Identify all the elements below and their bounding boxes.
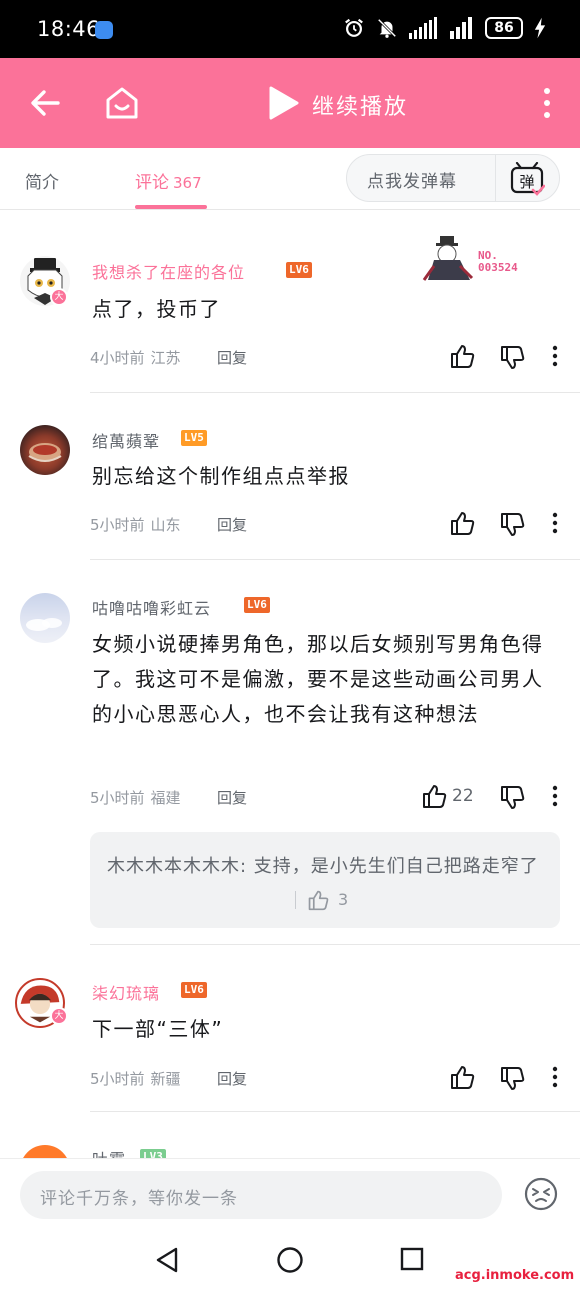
danmaku-divider xyxy=(495,155,496,201)
comment-username[interactable]: 吐霉 xyxy=(92,1146,126,1158)
thumbs-up-icon[interactable] xyxy=(449,343,475,369)
reply-button[interactable]: 回复 xyxy=(217,514,247,535)
vip-badge-icon: 大 xyxy=(50,1007,68,1025)
comment-text: 下一部“三体” xyxy=(92,1017,224,1041)
level-badge: LV6 xyxy=(244,597,270,613)
avatar[interactable] xyxy=(20,593,70,643)
comment-location: 新疆 xyxy=(150,1070,181,1088)
avatar[interactable] xyxy=(20,425,70,475)
comment-text: 点了，投币了 xyxy=(92,297,221,321)
system-nav-bar: acg.inmoke.com xyxy=(0,1230,580,1291)
tab-comments-label: 评论 xyxy=(135,173,169,193)
reply-button[interactable]: 回复 xyxy=(217,347,247,368)
fan-badge-character-icon xyxy=(422,236,474,281)
sub-reply-box[interactable]: 木木木本木木木: 支持，是小先生们自己把路走窄了 3 xyxy=(90,832,560,928)
tab-comments[interactable]: 评论 367 xyxy=(135,168,202,193)
battery-indicator: 86 xyxy=(485,17,523,39)
thumbs-up-icon[interactable] xyxy=(307,889,329,911)
comment-meta: 5小时前 新疆 xyxy=(90,1068,181,1089)
thumbs-down-icon[interactable] xyxy=(499,1066,525,1092)
comment-input-placeholder: 评论千万条，等你发一条 xyxy=(40,1189,238,1209)
status-icons: 86 xyxy=(343,17,546,39)
sub-reply-divider xyxy=(295,891,296,909)
comment-input-bar: 评论千万条，等你发一条 xyxy=(0,1158,580,1230)
comment-username[interactable]: 咕噜咕噜彩虹云 xyxy=(92,595,211,619)
comment-more-icon[interactable] xyxy=(551,1066,559,1088)
sub-reply-like-count: 3 xyxy=(338,890,349,909)
danmaku-placeholder: 点我发弹幕 xyxy=(367,172,457,192)
comment-input[interactable]: 评论千万条，等你发一条 xyxy=(20,1171,502,1219)
comment-location: 福建 xyxy=(150,789,181,807)
comment-item: 大 柒幻琉璃 LV6 下一部“三体” 5小时前 新疆 回复 xyxy=(0,945,580,1112)
level-badge: LV6 xyxy=(181,982,207,998)
reply-button[interactable]: 回复 xyxy=(217,787,247,808)
thumbs-up-icon[interactable] xyxy=(421,783,447,809)
alarm-icon xyxy=(345,18,363,37)
comment-more-icon[interactable] xyxy=(551,785,559,807)
comment-time: 5小时前 xyxy=(90,789,145,807)
comment-username[interactable]: 我想杀了在座的各位 xyxy=(92,259,245,283)
active-tab-indicator xyxy=(135,205,207,209)
tab-intro[interactable]: 简介 xyxy=(25,168,59,193)
avatar[interactable] xyxy=(20,1145,70,1158)
level-badge: LV6 xyxy=(286,262,312,278)
nav-home-icon[interactable] xyxy=(276,1246,304,1274)
like-count: 22 xyxy=(452,786,474,806)
continue-play-button[interactable]: 继续播放 xyxy=(312,89,408,121)
fan-number-badge: NO. 003524 xyxy=(420,232,540,288)
danmaku-toggle-icon[interactable]: 弹 xyxy=(509,162,545,196)
nav-recent-apps-icon[interactable] xyxy=(400,1247,424,1271)
comment-text: 女频小说硬捧男角色，那以后女频别写男角色得了。我这可不是偏激，要不是这些动画公司… xyxy=(92,632,544,726)
comment-location: 江苏 xyxy=(150,349,181,367)
home-icon[interactable] xyxy=(104,85,140,121)
comment-item: 大 我想杀了在座的各位 LV6 NO. 003524 点了，投币了 4小时前 江苏… xyxy=(0,210,580,393)
fan-number: NO. 003524 xyxy=(478,249,518,274)
comment-more-icon[interactable] xyxy=(551,345,559,367)
vip-badge-icon: 大 xyxy=(50,288,68,306)
charging-icon xyxy=(534,17,546,39)
comment-item: 吐霉 LV3 xyxy=(0,1112,580,1158)
nav-back-icon[interactable] xyxy=(154,1246,180,1274)
reply-button[interactable]: 回复 xyxy=(217,1068,247,1089)
comments-count: 367 xyxy=(173,174,202,192)
thumbs-up-icon[interactable] xyxy=(449,1064,475,1090)
comment-time: 5小时前 xyxy=(90,1070,145,1088)
app-bar: 继续播放 xyxy=(0,58,580,148)
thumbs-down-icon[interactable] xyxy=(499,512,525,538)
level-badge: LV3 xyxy=(140,1149,166,1158)
app-notification-icon xyxy=(95,21,113,39)
status-bar: 18:46 86 xyxy=(0,0,580,58)
danmaku-input[interactable]: 点我发弹幕 弹 xyxy=(346,154,560,202)
mute-icon xyxy=(377,18,397,38)
comment-meta: 5小时前 福建 xyxy=(90,787,181,808)
comment-username[interactable]: 绾萬蘋鞏 xyxy=(92,428,160,452)
back-arrow-icon[interactable] xyxy=(28,86,62,120)
comment-text: 别忘给这个制作组点点举报 xyxy=(92,464,350,488)
comment-time: 4小时前 xyxy=(90,349,145,367)
watermark-text: acg.inmoke.com xyxy=(455,1268,575,1283)
more-vertical-icon[interactable] xyxy=(542,87,552,119)
level-badge: LV5 xyxy=(181,430,207,446)
comment-time: 5小时前 xyxy=(90,516,145,534)
play-icon[interactable] xyxy=(266,85,300,121)
comment-meta: 5小时前 山东 xyxy=(90,514,181,535)
comment-username[interactable]: 柒幻琉璃 xyxy=(92,980,160,1004)
thumbs-down-icon[interactable] xyxy=(499,785,525,811)
thumbs-down-icon[interactable] xyxy=(499,345,525,371)
danmaku-icon-text: 弹 xyxy=(519,173,534,191)
comment-more-icon[interactable] xyxy=(551,512,559,534)
thumbs-up-icon[interactable] xyxy=(449,510,475,536)
comment-item: 绾萬蘋鞏 LV5 别忘给这个制作组点点举报 5小时前 山东 回复 xyxy=(0,393,580,560)
sub-reply-text: 木木木本木木木: 支持，是小先生们自己把路走窄了 xyxy=(107,856,539,877)
comment-meta: 4小时前 江苏 xyxy=(90,347,181,368)
status-time: 18:46 xyxy=(37,17,101,41)
signal-icon xyxy=(409,17,437,39)
tab-bar: 简介 评论 367 点我发弹幕 弹 xyxy=(0,148,580,210)
comment-location: 山东 xyxy=(150,516,181,534)
emoji-icon[interactable] xyxy=(524,1177,558,1211)
signal-icon xyxy=(450,17,472,39)
